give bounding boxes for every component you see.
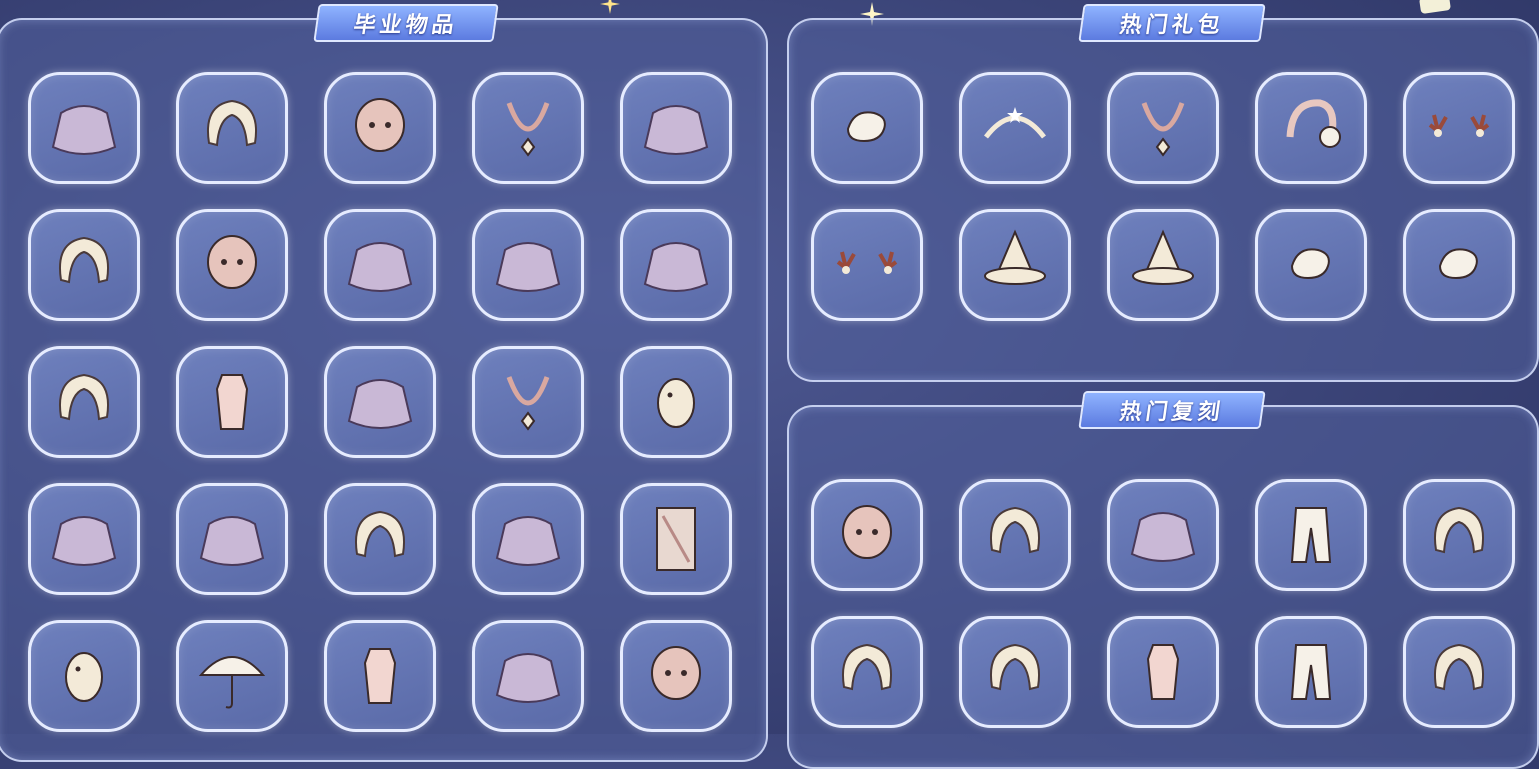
pants-icon — [1290, 507, 1332, 563]
mask-icon — [651, 646, 701, 700]
hair-icon — [990, 643, 1040, 691]
cape-icon — [495, 516, 561, 566]
hair-icon — [1434, 643, 1484, 691]
card-icon — [656, 507, 696, 571]
cape-icon — [643, 242, 709, 292]
graduation-item-slot[interactable] — [620, 483, 732, 595]
graduation-items-panel: 毕业物品 — [0, 4, 768, 762]
hot-gift-item-slot[interactable] — [1403, 72, 1515, 184]
graduation-item-slot[interactable] — [28, 72, 140, 184]
graduation-item-slot[interactable] — [28, 346, 140, 458]
hair-accessory-icon — [1290, 248, 1330, 280]
pants-icon — [1290, 644, 1332, 700]
graduation-item-slot[interactable] — [472, 72, 584, 184]
graduation-item-slot[interactable] — [472, 346, 584, 458]
hair-icon — [59, 236, 109, 284]
hot-reruns-title: 热门复刻 — [1078, 391, 1266, 429]
cape-icon — [199, 516, 265, 566]
hot-gift-item-slot[interactable] — [811, 72, 923, 184]
outfit-icon — [215, 374, 249, 430]
cape-icon — [495, 653, 561, 703]
hot-gift-item-slot[interactable] — [1255, 209, 1367, 321]
hot-rerun-item-slot[interactable] — [1403, 479, 1515, 591]
graduation-item-slot[interactable] — [324, 483, 436, 595]
hair-accessory-icon — [846, 111, 886, 143]
graduation-item-slot[interactable] — [176, 620, 288, 732]
corner-decoration — [1419, 0, 1451, 15]
mask-icon — [207, 235, 257, 289]
graduation-item-slot[interactable] — [620, 620, 732, 732]
graduation-item-slot[interactable] — [176, 209, 288, 321]
hot-rerun-item-slot[interactable] — [811, 479, 923, 591]
cape-icon — [1130, 512, 1196, 562]
hot-rerun-item-slot[interactable] — [1255, 616, 1367, 728]
graduation-item-slot[interactable] — [472, 209, 584, 321]
hair-accessory-icon — [1438, 248, 1478, 280]
graduation-item-slot[interactable] — [176, 483, 288, 595]
hot-gift-item-slot[interactable] — [1403, 209, 1515, 321]
hot-rerun-item-slot[interactable] — [959, 616, 1071, 728]
hot-gift-item-slot[interactable] — [959, 209, 1071, 321]
hat-icon — [1132, 229, 1194, 285]
necklace-icon — [506, 102, 550, 157]
hair-icon — [1434, 506, 1484, 554]
graduation-item-slot[interactable] — [472, 620, 584, 732]
hair-icon — [842, 643, 892, 691]
cape-icon — [347, 242, 413, 292]
cape-icon — [51, 516, 117, 566]
hot-gifts-panel: 热门礼包 — [787, 4, 1539, 382]
hot-gift-item-slot[interactable] — [1107, 209, 1219, 321]
hot-gifts-title: 热门礼包 — [1078, 4, 1266, 42]
graduation-item-slot[interactable] — [176, 72, 288, 184]
cape-icon — [495, 242, 561, 292]
graduation-item-slot[interactable] — [28, 483, 140, 595]
graduation-item-slot[interactable] — [324, 620, 436, 732]
horns-icon — [836, 251, 898, 274]
graduation-item-slot[interactable] — [620, 209, 732, 321]
graduation-item-slot[interactable] — [324, 72, 436, 184]
cape-icon — [347, 379, 413, 429]
necklace-icon — [1141, 102, 1185, 157]
mask-icon — [842, 505, 892, 559]
hair-icon — [59, 373, 109, 421]
horns-icon — [1428, 114, 1490, 137]
mask-icon — [355, 98, 405, 152]
graduation-item-slot[interactable] — [620, 72, 732, 184]
hair-icon — [355, 510, 405, 558]
headband-icon — [984, 107, 1046, 139]
umbrella-icon — [198, 656, 266, 709]
prop-icon — [65, 652, 103, 702]
hot-rerun-item-slot[interactable] — [1255, 479, 1367, 591]
graduation-item-slot[interactable] — [472, 483, 584, 595]
prop-icon — [657, 378, 695, 428]
earmuff-icon — [1286, 99, 1341, 148]
hot-rerun-item-slot[interactable] — [1107, 616, 1219, 728]
necklace-icon — [506, 376, 550, 431]
graduation-item-slot[interactable] — [176, 346, 288, 458]
graduation-item-slot[interactable] — [324, 209, 436, 321]
hot-rerun-item-slot[interactable] — [1403, 616, 1515, 728]
outfit-icon — [1146, 644, 1180, 700]
hair-icon — [207, 99, 257, 147]
hot-rerun-item-slot[interactable] — [1107, 479, 1219, 591]
graduation-item-slot[interactable] — [324, 346, 436, 458]
hot-gift-item-slot[interactable] — [1255, 72, 1367, 184]
cape-icon — [643, 105, 709, 155]
hot-reruns-panel: 热门复刻 — [787, 391, 1539, 769]
hot-rerun-item-slot[interactable] — [959, 479, 1071, 591]
hat-icon — [984, 229, 1046, 285]
hot-rerun-item-slot[interactable] — [811, 616, 923, 728]
graduation-item-slot[interactable] — [620, 346, 732, 458]
graduation-item-slot[interactable] — [28, 209, 140, 321]
graduation-item-slot[interactable] — [28, 620, 140, 732]
hair-icon — [990, 506, 1040, 554]
graduation-items-title: 毕业物品 — [313, 4, 499, 42]
cape-icon — [51, 105, 117, 155]
hot-gift-item-slot[interactable] — [811, 209, 923, 321]
star-decoration-icon — [600, 0, 620, 14]
hot-gift-item-slot[interactable] — [1107, 72, 1219, 184]
outfit-icon — [363, 648, 397, 704]
hot-gift-item-slot[interactable] — [959, 72, 1071, 184]
